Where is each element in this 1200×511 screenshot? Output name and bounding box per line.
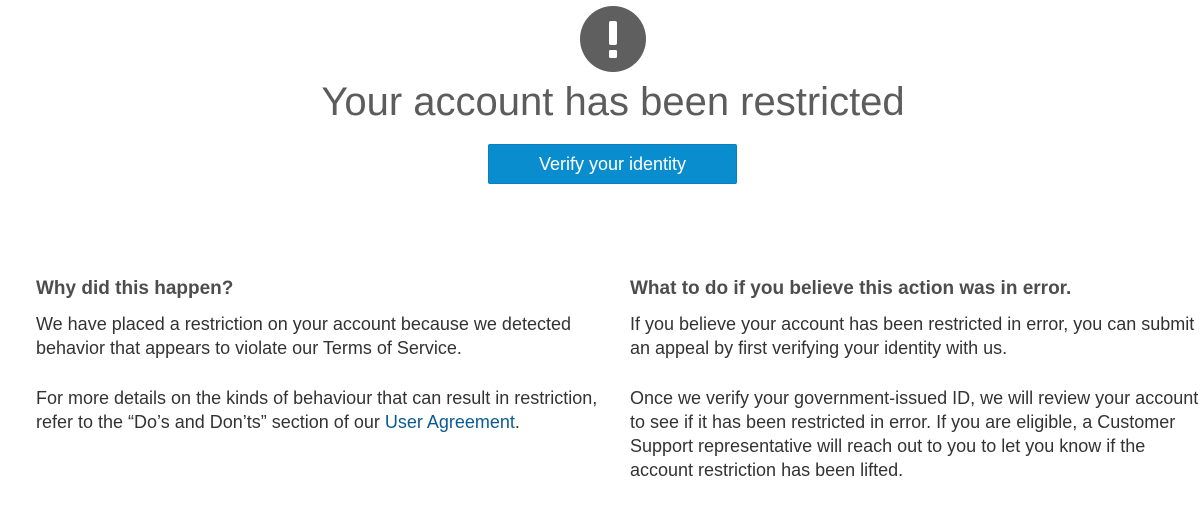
why-paragraph-2: For more details on the kinds of behavio…: [36, 386, 611, 434]
exclamation-glyph-icon: [609, 21, 617, 58]
error-heading: What to do if you believe this action wa…: [630, 278, 1072, 299]
why-heading: Why did this happen?: [36, 278, 234, 299]
why-section: Why did this happen? We have placed a re…: [36, 276, 611, 460]
why-paragraph-2-end: .: [514, 412, 520, 432]
error-paragraph-1: If you believe your account has been res…: [630, 314, 1195, 358]
page-title: Your account has been restricted: [321, 80, 905, 124]
why-paragraph-1: We have placed a restriction on your acc…: [36, 314, 571, 358]
error-paragraph-2: Once we verify your government-issued ID…: [630, 388, 1199, 480]
error-section: What to do if you believe this action wa…: [630, 276, 1200, 508]
verify-identity-button[interactable]: Verify your identity: [488, 144, 737, 184]
user-agreement-link[interactable]: User Agreement: [385, 412, 515, 432]
exclamation-alert-icon: [580, 6, 646, 72]
